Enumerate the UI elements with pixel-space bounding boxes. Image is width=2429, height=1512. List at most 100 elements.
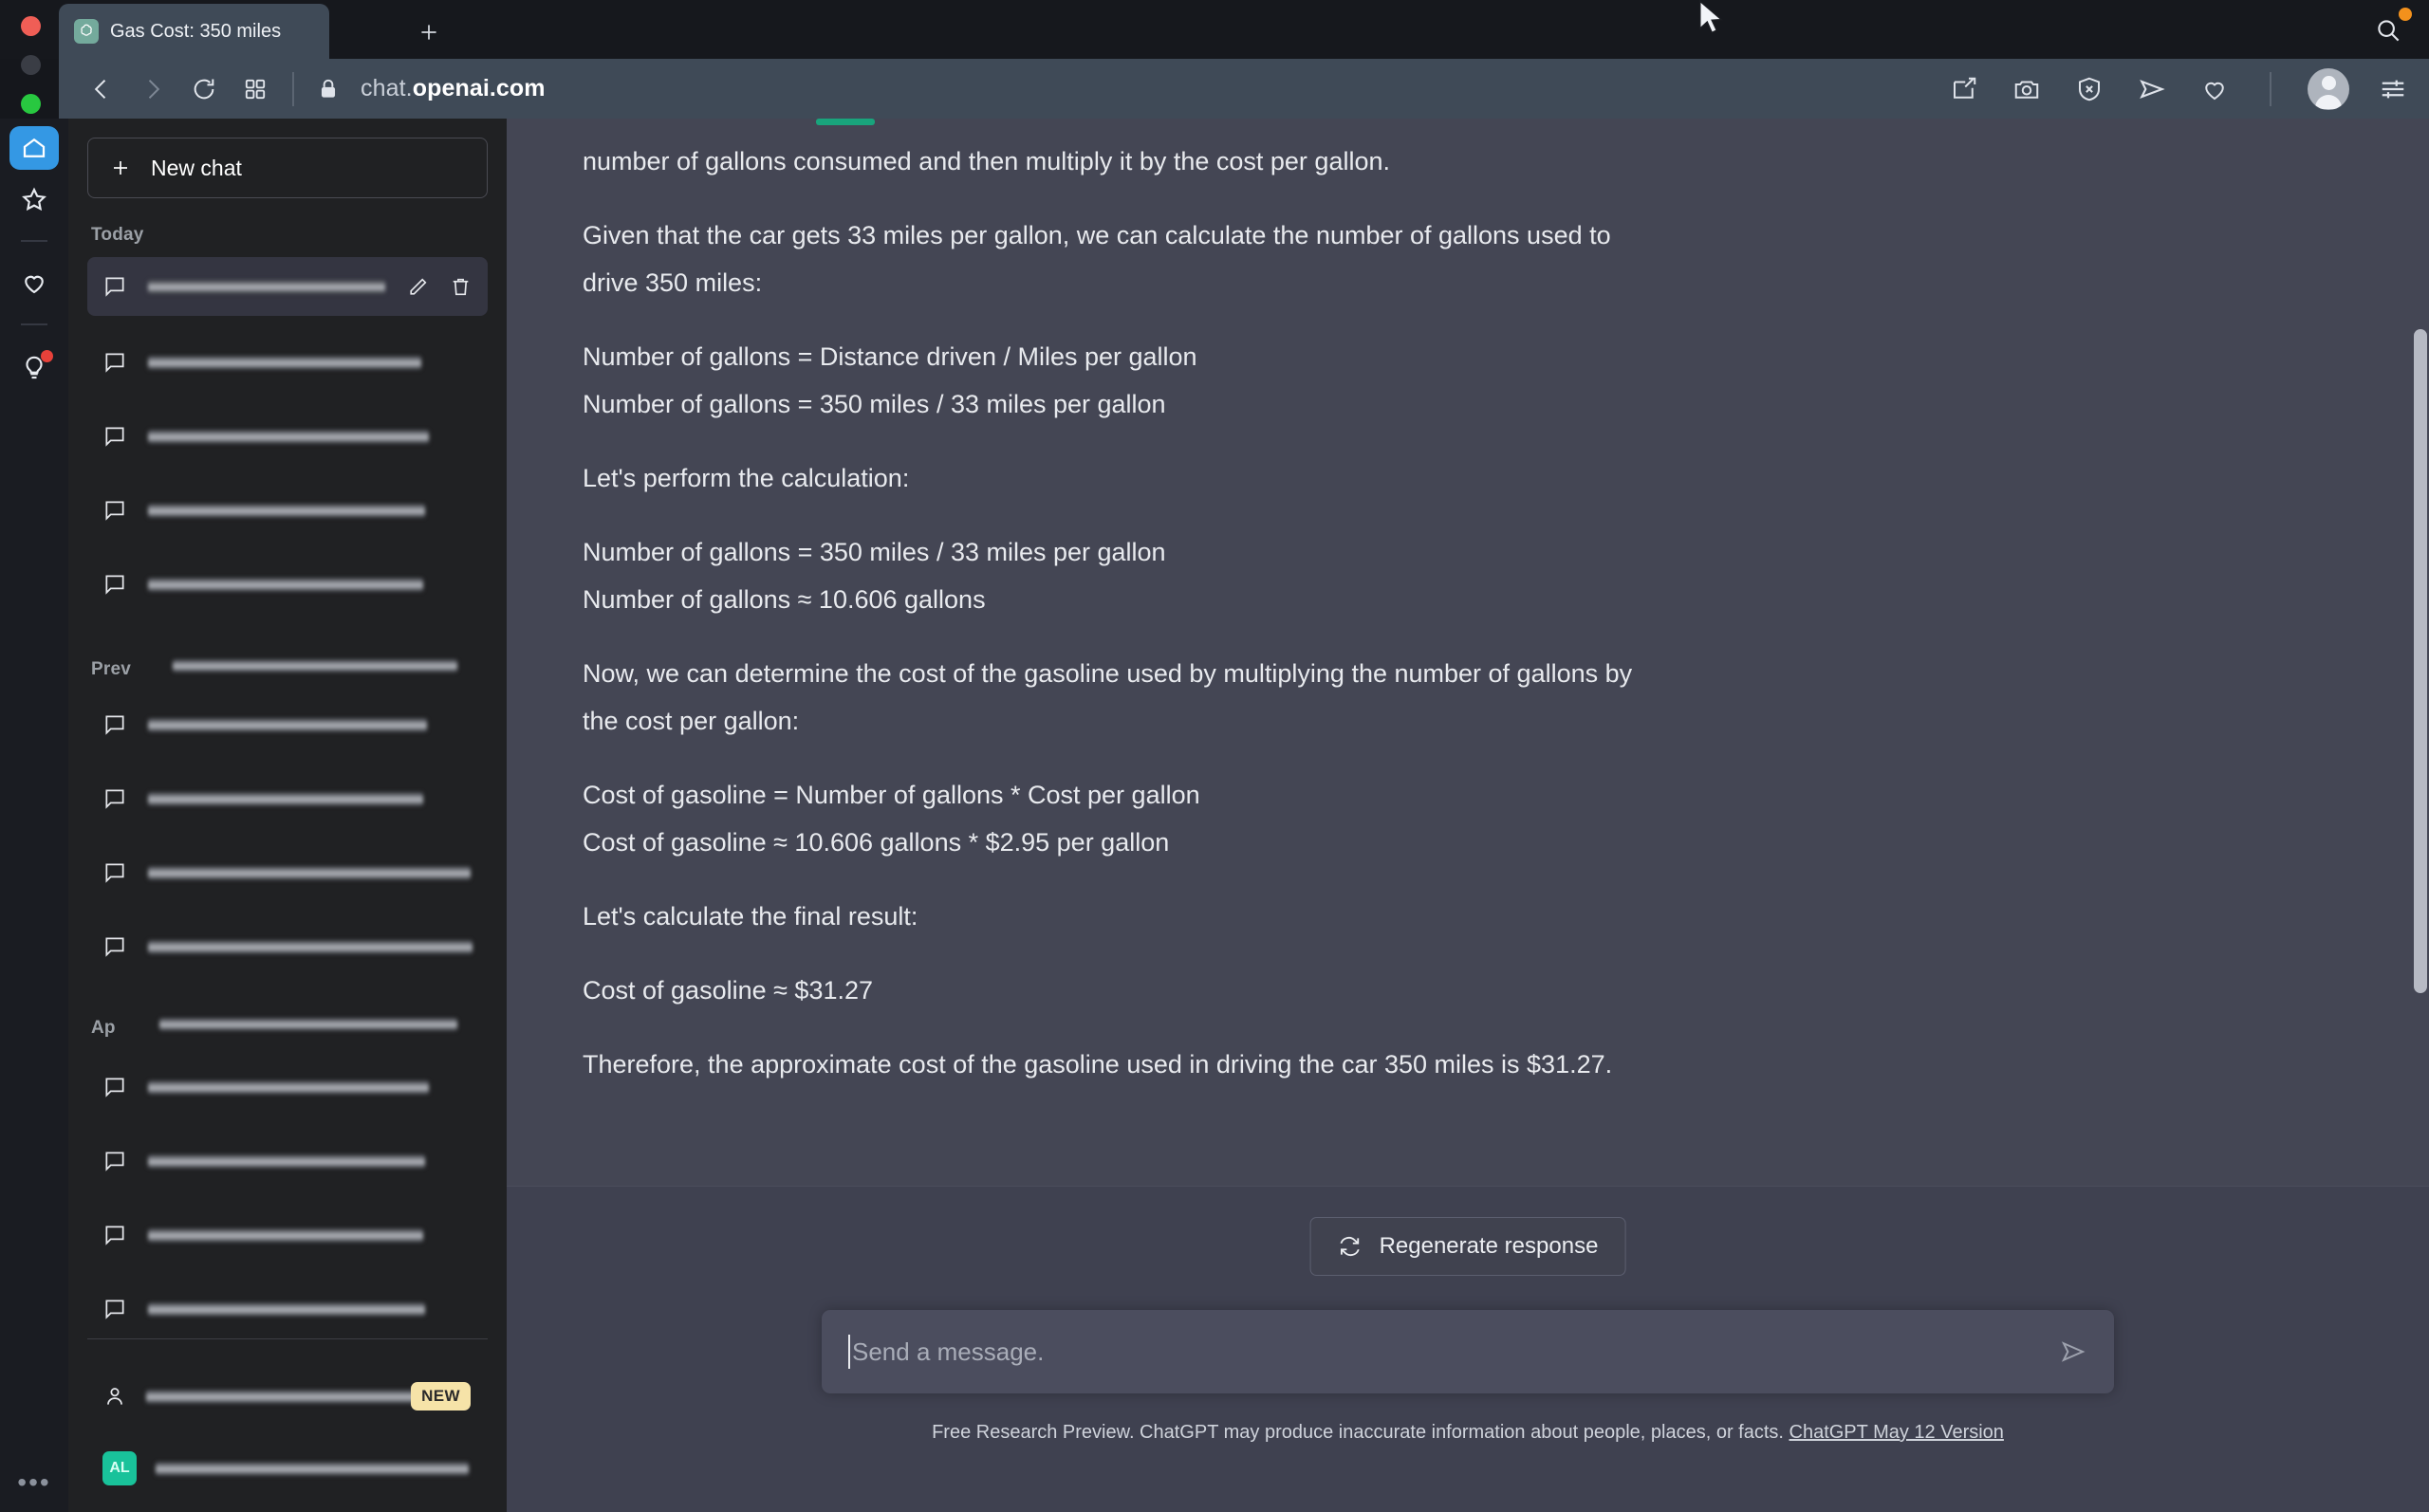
chat-title-redacted: [148, 1079, 429, 1095]
window-minimize-button[interactable]: [21, 55, 41, 75]
chat-bubble-icon: [102, 934, 127, 959]
camera-icon[interactable]: [2008, 70, 2046, 108]
edit-icon[interactable]: [406, 275, 430, 299]
chat-list-item[interactable]: [87, 917, 488, 976]
message-paragraph: Cost of gasoline = Number of gallons * C…: [583, 781, 1200, 857]
message-input-placeholder: Send a message.: [852, 1337, 1045, 1366]
reload-icon[interactable]: [178, 68, 230, 110]
forward-arrow-icon[interactable]: [127, 68, 178, 110]
chat-title-redacted: [148, 791, 423, 806]
rail-divider-2: [21, 323, 47, 325]
chat-list-item[interactable]: [87, 843, 488, 902]
chat-list-item[interactable]: [87, 333, 488, 392]
tab-title: Gas Cost: 350 miles: [110, 20, 282, 42]
chat-list-item[interactable]: [87, 1280, 488, 1338]
edit-pin-icon[interactable]: [1945, 70, 1983, 108]
rail-item-favorites[interactable]: [9, 177, 59, 221]
browser-navigation-bar: chat.openai.com: [59, 59, 2429, 119]
chat-bubble-icon: [102, 498, 127, 523]
composer-area: Regenerate response Send a message. Free…: [507, 1186, 2429, 1512]
mouse-cursor: [1697, 0, 1725, 38]
chat-title-redacted: [148, 1301, 425, 1317]
disclaimer-text: Free Research Preview. ChatGPT may produ…: [932, 1422, 1789, 1443]
refresh-icon: [1338, 1234, 1363, 1259]
chat-list-item[interactable]: [87, 407, 488, 466]
browser-toolbar-actions: [1945, 67, 2412, 110]
send-paper-plane-icon[interactable]: [2059, 1337, 2087, 1366]
page-scrollbar[interactable]: [2412, 119, 2429, 1512]
trash-icon[interactable]: [449, 275, 473, 299]
chat-list-item[interactable]: [87, 1132, 488, 1190]
browser-tab[interactable]: Gas Cost: 350 miles: [59, 4, 329, 59]
address-prefix: chat.: [361, 75, 413, 101]
scrollbar-thumb[interactable]: [2414, 329, 2427, 993]
upgrade-plan-row[interactable]: NEW: [87, 1369, 488, 1424]
chat-bubble-icon: [102, 274, 127, 299]
browser-window: Gas Cost: 350 miles chat.openai.com ••• …: [0, 0, 2429, 1512]
section-label-april: Ap: [91, 1018, 116, 1038]
toolbar-divider-2: [2270, 71, 2271, 106]
regenerate-response-button[interactable]: Regenerate response: [1309, 1217, 1626, 1276]
chat-list-item[interactable]: [87, 695, 488, 754]
chat-bubble-icon: [102, 786, 127, 811]
message-paragraph: Now, we can determine the cost of the ga…: [583, 659, 1633, 735]
chat-bubble-icon: [102, 424, 127, 449]
text-caret: [848, 1335, 850, 1369]
chat-bubble-icon: [102, 1149, 127, 1173]
lock-icon[interactable]: [306, 68, 351, 110]
new-chat-button[interactable]: New chat: [87, 138, 488, 198]
chat-title-redacted: [148, 1153, 425, 1169]
chat-list-item[interactable]: [87, 481, 488, 540]
message-paragraph: number of gallons consumed and then mult…: [583, 147, 1390, 175]
toolbar-divider: [292, 71, 294, 106]
search-notification-badge: [2399, 8, 2412, 21]
chat-title-redacted: [148, 939, 473, 954]
message-input[interactable]: Send a message.: [822, 1310, 2114, 1393]
chat-title-redacted: [148, 429, 429, 444]
section-label-redacted: [159, 1018, 457, 1031]
rail-item-home[interactable]: [9, 126, 59, 170]
chat-bubble-icon: [102, 1297, 127, 1321]
chat-title-redacted: [148, 865, 471, 880]
chat-title-redacted: [148, 1227, 423, 1243]
new-badge: NEW: [411, 1382, 471, 1411]
new-tab-button[interactable]: [410, 13, 448, 51]
back-arrow-icon[interactable]: [76, 68, 127, 110]
version-link[interactable]: ChatGPT May 12 Version: [1789, 1422, 2004, 1443]
chat-list-item[interactable]: [87, 769, 488, 828]
chat-bubble-icon: [102, 1075, 127, 1099]
chat-list-item[interactable]: [87, 1058, 488, 1116]
message-paragraph: Number of gallons = 350 miles / 33 miles…: [583, 538, 1166, 614]
chat-list-item[interactable]: [87, 555, 488, 614]
address-bar[interactable]: chat.openai.com: [361, 75, 546, 102]
window-maximize-button[interactable]: [21, 94, 41, 114]
chat-title-redacted: [148, 717, 427, 732]
avatar: AL: [102, 1451, 137, 1485]
sidebar-divider: [87, 1338, 488, 1339]
assistant-message: number of gallons consumed and then mult…: [583, 138, 2196, 1115]
grid-apps-icon[interactable]: [230, 68, 281, 110]
menu-sliders-icon[interactable]: [2374, 70, 2412, 108]
message-paragraph: Given that the car gets 33 miles per gal…: [583, 221, 1611, 297]
chat-list-item[interactable]: [87, 257, 488, 316]
send-icon[interactable]: [2133, 70, 2171, 108]
loading-progress-track: [507, 119, 2429, 125]
rail-item-saved[interactable]: [9, 261, 59, 304]
browser-side-rail: •••: [0, 119, 68, 1512]
new-chat-label: New chat: [151, 155, 242, 180]
message-paragraph: Therefore, the approximate cost of the g…: [583, 1050, 1613, 1079]
rail-item-ideas[interactable]: [9, 346, 59, 390]
heart-icon[interactable]: [2196, 70, 2234, 108]
chat-list-item[interactable]: [87, 1206, 488, 1264]
chat-bubble-icon: [102, 350, 127, 375]
message-paragraph: Cost of gasoline ≈ $31.27: [583, 976, 874, 1005]
search-icon[interactable]: [2368, 8, 2412, 50]
chat-title-redacted: [148, 577, 423, 592]
profile-avatar-icon[interactable]: [2308, 67, 2349, 110]
rail-more-button[interactable]: •••: [9, 1467, 59, 1497]
message-paragraph: Let's calculate the final result:: [583, 902, 918, 931]
window-close-button[interactable]: [21, 16, 41, 36]
chat-main-pane: number of gallons consumed and then mult…: [507, 119, 2429, 1512]
shield-block-icon[interactable]: [2070, 70, 2108, 108]
account-row[interactable]: AL: [87, 1441, 488, 1496]
